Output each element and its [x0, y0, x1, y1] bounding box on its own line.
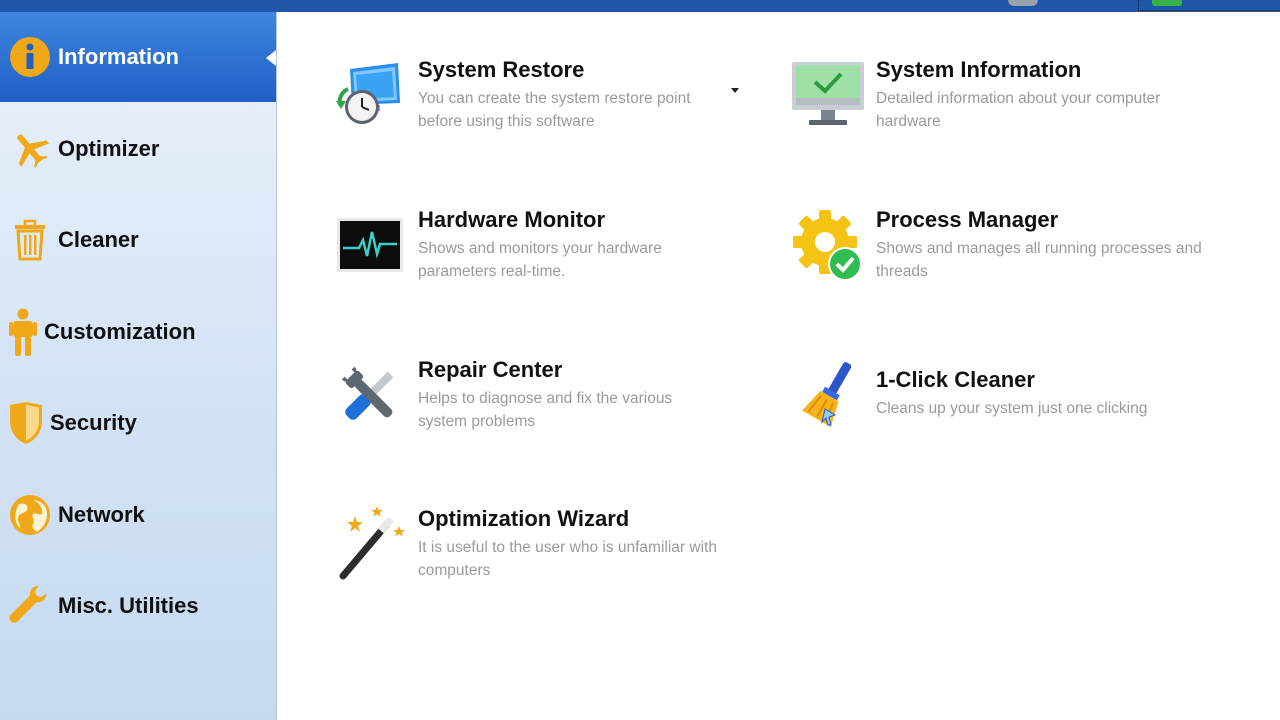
tile-description: Cleans up your system just one clicking	[876, 400, 1148, 417]
person-icon	[8, 308, 38, 356]
sidebar-item-optimizer[interactable]: Optimizer	[0, 104, 276, 194]
tile-title: 1-Click Cleaner	[876, 367, 1035, 392]
chevron-down-icon[interactable]	[731, 88, 739, 93]
airplane-icon	[8, 127, 52, 171]
tile-description: You can create the system restore point …	[418, 90, 691, 130]
sidebar-item-misc-utilities[interactable]: Misc. Utilities	[0, 561, 276, 651]
wrench-screwdriver-icon	[332, 357, 408, 433]
tile-title: System Information	[876, 57, 1082, 82]
sidebar-item-label: Optimizer	[58, 136, 160, 161]
pulse-monitor-icon	[332, 207, 408, 283]
tile-description: Shows and monitors your hardware paramet…	[418, 240, 662, 280]
tile-description: Detailed information about your computer…	[876, 90, 1161, 130]
info-icon	[8, 35, 52, 79]
tile-title: Process Manager	[876, 207, 1059, 232]
main-panel: System Restore You can create the system…	[277, 12, 1280, 720]
wrench-icon	[8, 584, 52, 628]
tile-title: Hardware Monitor	[418, 207, 606, 232]
broom-icon	[790, 357, 866, 433]
sidebar-item-label: Information	[58, 44, 179, 69]
sidebar-item-information[interactable]: Information	[0, 12, 276, 102]
sidebar-item-label: Network	[58, 502, 145, 527]
tile-description: Shows and manages all running processes …	[876, 240, 1202, 280]
tile-title: Repair Center	[418, 357, 563, 382]
magic-wand-icon	[332, 506, 408, 582]
sidebar-item-label: Customization	[44, 319, 196, 344]
tile-description: Helps to diagnose and fix the various sy…	[418, 390, 673, 430]
system-restore-icon	[332, 57, 408, 133]
sidebar-item-label: Security	[50, 410, 137, 435]
tile-system-restore[interactable]: System Restore You can create the system…	[332, 57, 762, 137]
globe-icon	[8, 493, 52, 537]
tile-title: Optimization Wizard	[418, 506, 630, 531]
window-control-icon[interactable]	[1008, 0, 1038, 6]
sidebar-item-security[interactable]: Security	[0, 378, 276, 468]
tile-1-click-cleaner[interactable]: 1-Click Cleaner Cleans up your system ju…	[790, 357, 1220, 437]
sidebar-item-label: Misc. Utilities	[58, 593, 199, 618]
trash-icon	[8, 218, 52, 262]
monitor-check-icon	[790, 57, 866, 133]
sidebar-item-cleaner[interactable]: Cleaner	[0, 195, 276, 285]
sidebar-item-label: Cleaner	[58, 227, 139, 252]
tile-system-information[interactable]: System Information Detailed information …	[790, 57, 1220, 137]
status-indicator-icon[interactable]	[1152, 0, 1182, 6]
tile-description: It is useful to the user who is unfamili…	[418, 539, 717, 579]
sidebar: Information Optimizer Cleaner Customizat…	[0, 12, 277, 720]
sidebar-item-customization[interactable]: Customization	[0, 287, 276, 377]
shield-icon	[8, 401, 44, 445]
sidebar-item-network[interactable]: Network	[0, 470, 276, 560]
gear-check-icon	[790, 207, 866, 283]
title-bar	[0, 0, 1280, 12]
tile-repair-center[interactable]: Repair Center Helps to diagnose and fix …	[332, 357, 762, 437]
tile-title: System Restore	[418, 57, 585, 82]
tile-optimization-wizard[interactable]: Optimization Wizard It is useful to the …	[332, 506, 762, 586]
tile-process-manager[interactable]: Process Manager Shows and manages all ru…	[790, 207, 1220, 287]
tile-hardware-monitor[interactable]: Hardware Monitor Shows and monitors your…	[332, 207, 762, 287]
